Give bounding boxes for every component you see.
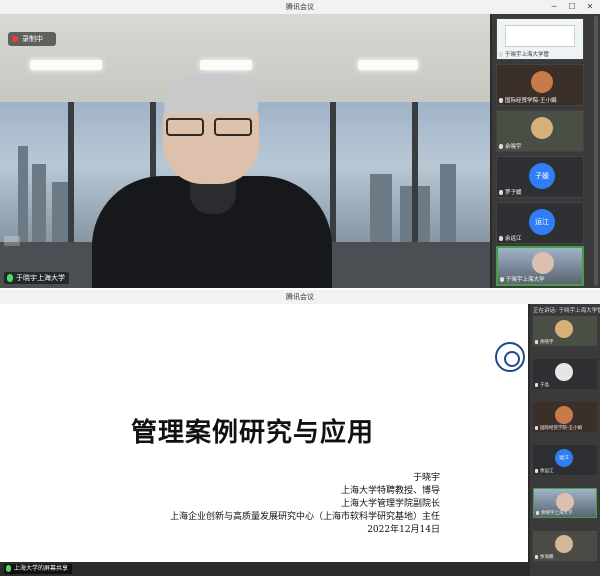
participant-name: 于晓宇上海大学管 xyxy=(499,50,549,58)
meeting-window-bottom: 腾讯会议 管理案例研究与应用 于晓宇 上海大学特聘教授、博导 上海大学管理学院副… xyxy=(0,290,600,576)
presenter-role: 上海大学管理学院副院长 xyxy=(340,499,440,509)
building xyxy=(370,174,392,242)
building xyxy=(18,146,28,242)
window-title: 腾讯会议 xyxy=(0,290,600,304)
avatar: 子媛 xyxy=(529,163,555,189)
participant-tile[interactable]: 余海鹏 xyxy=(533,531,597,561)
avatar xyxy=(555,320,573,338)
participant-name: 国际经贸学院-王小娟 xyxy=(535,425,582,431)
building xyxy=(440,164,456,242)
participant-name: 国际经贸学院-王小娟 xyxy=(499,96,557,104)
participant-name: 余晓宇上海大学 xyxy=(536,510,573,516)
close-icon[interactable]: ✕ xyxy=(584,0,596,14)
participant-name: 余晓宇 xyxy=(535,339,554,345)
window-frame xyxy=(412,102,418,242)
avatar xyxy=(532,252,554,274)
participant-panel[interactable]: 正在讲话: 于晓宇上海大学管 余晓宇 于晶 国际经贸学院-王小娟 运江 余运江 … xyxy=(530,304,600,576)
active-speaker-label: 正在讲话: 于晓宇上海大学管 xyxy=(533,308,600,314)
participant-panel[interactable]: 于晓宇上海大学管 国际经贸学院-王小娟 余晓宇 子媛 罗子媛 运江 余运江 于晓… xyxy=(492,14,600,288)
recording-label: 录制中 xyxy=(22,35,43,43)
presenter-name: 于晓宇 xyxy=(412,473,440,483)
speaker-hair xyxy=(164,74,258,114)
ceiling-light xyxy=(200,60,252,70)
speaker-name-tag: 于晓宇上海大学 xyxy=(4,272,69,284)
window-frame xyxy=(330,102,336,242)
collapse-button[interactable] xyxy=(4,236,20,246)
participant-name: 于晶 xyxy=(535,382,549,388)
screen-thumbnail xyxy=(505,25,575,47)
participant-tile[interactable]: 运江 余运江 xyxy=(533,445,597,475)
slide-title: 管理案例研究与应用 xyxy=(130,418,374,448)
participant-name: 余海鹏 xyxy=(535,554,554,560)
avatar xyxy=(556,493,574,511)
participant-name: 余运江 xyxy=(535,468,554,474)
avatar: 运江 xyxy=(555,449,573,467)
presenter-title: 上海大学特聘教授、博导 xyxy=(340,486,440,496)
participant-tile[interactable]: 于晶 xyxy=(533,359,597,389)
university-logo xyxy=(495,342,525,372)
avatar xyxy=(531,71,553,93)
meeting-window-top: 腾讯会议 ─ ☐ ✕ 录制中 于晓宇上海大学 于晓宇上海大学管 国际经贸学院-王… xyxy=(0,0,600,288)
participant-tile[interactable]: 于晓宇上海大学管 xyxy=(496,18,584,60)
mic-icon xyxy=(6,565,11,572)
participant-name: 罗子媛 xyxy=(499,188,522,196)
participant-tile[interactable]: 国际经贸学院-王小娟 xyxy=(496,64,584,106)
participant-tile-active[interactable]: 于晓宇上海大学 xyxy=(496,246,584,286)
presenter-affiliation: 上海企业创新与高质量发展研究中心（上海市软科学研究基地）主任 xyxy=(169,512,440,522)
participant-name: 余运江 xyxy=(499,234,522,242)
record-icon xyxy=(12,36,18,42)
participant-tile[interactable]: 余晓宇 xyxy=(496,110,584,152)
slide-credits: 于晓宇 上海大学特聘教授、博导 上海大学管理学院副院长 上海企业创新与高质量发展… xyxy=(170,472,440,537)
participant-tile[interactable]: 运江 余运江 xyxy=(496,202,584,244)
speaker-glasses xyxy=(164,118,256,138)
avatar xyxy=(531,117,553,139)
avatar xyxy=(555,535,573,553)
speaker-video: 录制中 于晓宇上海大学 xyxy=(0,14,490,288)
window-frame xyxy=(68,102,74,242)
window-title: 腾讯会议 xyxy=(0,0,600,14)
minimize-icon[interactable]: ─ xyxy=(548,0,560,14)
participant-tile[interactable]: 国际经贸学院-王小娟 xyxy=(533,402,597,432)
share-toolbar: 上海大学的屏幕共享 xyxy=(0,562,528,576)
avatar xyxy=(555,363,573,381)
building xyxy=(32,164,46,242)
participant-tile-active[interactable]: 余晓宇上海大学 xyxy=(533,488,597,518)
recording-indicator[interactable]: 录制中 xyxy=(8,32,56,46)
avatar: 运江 xyxy=(529,209,555,235)
presentation-date: 2022年12月14日 xyxy=(367,525,440,535)
participant-tile[interactable]: 子媛 罗子媛 xyxy=(496,156,584,198)
avatar xyxy=(555,406,573,424)
mic-icon xyxy=(7,274,13,282)
participant-tile[interactable]: 余晓宇 xyxy=(533,316,597,346)
participant-name: 余晓宇 xyxy=(499,142,522,150)
participant-name: 于晓宇上海大学 xyxy=(500,275,545,283)
shared-slide: 管理案例研究与应用 于晓宇 上海大学特聘教授、博导 上海大学管理学院副院长 上海… xyxy=(0,304,528,562)
ceiling-light xyxy=(358,60,418,70)
maximize-icon[interactable]: ☐ xyxy=(566,0,578,14)
ceiling-light xyxy=(30,60,102,70)
share-label: 上海大学的屏幕共享 xyxy=(4,564,73,574)
scrollbar[interactable] xyxy=(594,16,598,286)
